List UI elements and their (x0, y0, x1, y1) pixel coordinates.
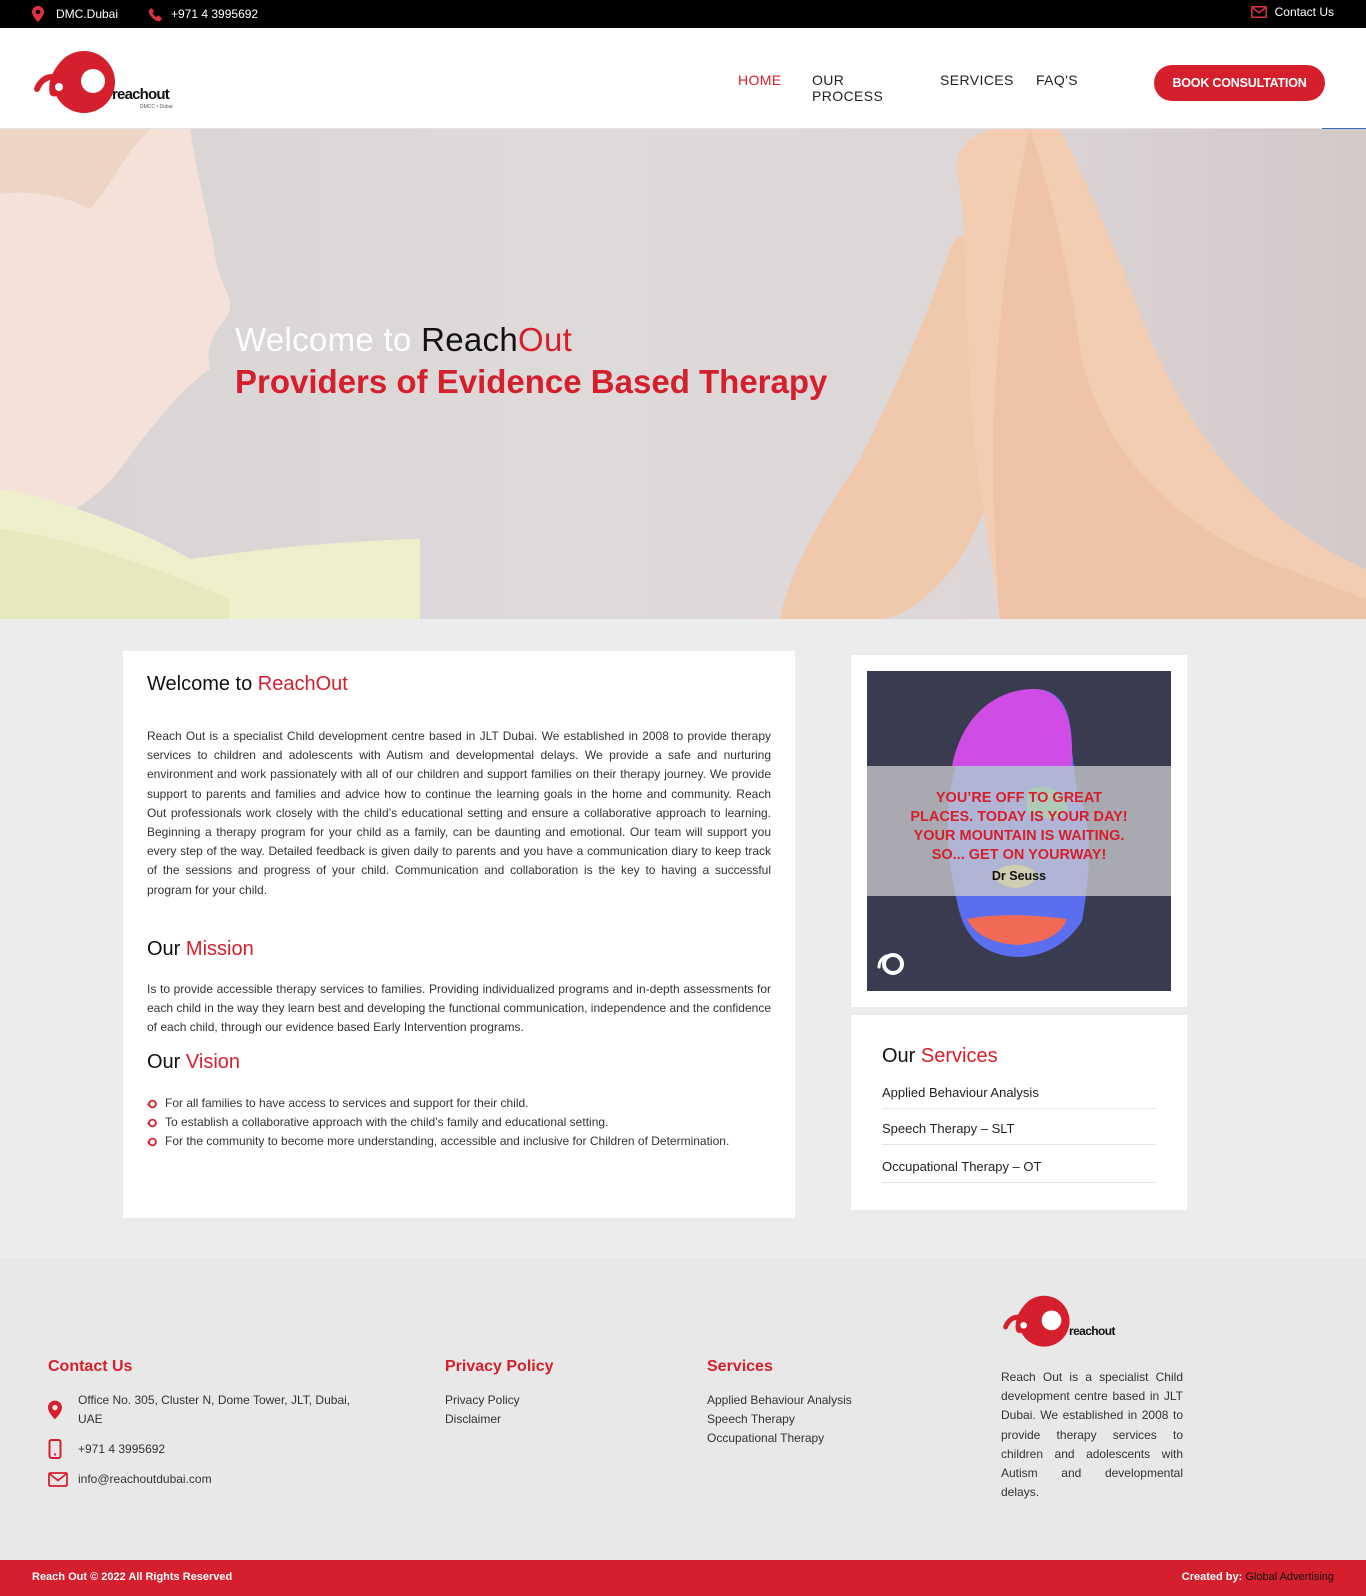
intro-paragraph: Reach Out is a specialist Child developm… (147, 729, 771, 897)
footer-address-line: UAE (78, 1412, 103, 1427)
service-link-aba[interactable]: Applied Behaviour Analysis (882, 1085, 1156, 1109)
footer-services-title: Services (707, 1358, 773, 1375)
logo-wordmark: reachout (112, 86, 170, 103)
footer-email[interactable]: info@reachoutdubai.com (78, 1470, 212, 1489)
contact-us-link[interactable]: Contact Us (1250, 0, 1334, 26)
vision-item-text: To establish a collaborative approach wi… (165, 1115, 609, 1130)
welcome-heading: Welcome to ReachOut (147, 673, 348, 696)
hero-welcome-prefix: Welcome to (235, 321, 422, 358)
about-card: Welcome to ReachOut Reach Out is a speci… (123, 651, 795, 1218)
list-item: For the community to become more underst… (147, 1132, 729, 1151)
location-pin-icon (48, 1400, 62, 1420)
quote-line: YOU’RE OFF TO GREAT (935, 790, 1103, 806)
contact-us-text: Contact Us (1274, 5, 1334, 19)
created-by-label: Created by: (1181, 1571, 1243, 1583)
footer-logo-wordmark: reachout (1069, 1324, 1115, 1338)
location-pin-icon (32, 6, 44, 22)
site-footer: Contact Us Office No. 305, Cluster N, Do… (0, 1258, 1366, 1560)
footer-service-aba-link[interactable]: Applied Behaviour Analysis (707, 1391, 852, 1410)
nav-home[interactable]: HOME (738, 72, 781, 104)
reachout-logo[interactable]: reachout DMCC • Dubai (32, 44, 182, 122)
nav-faqs[interactable]: FAQ'S (1036, 72, 1078, 104)
site-header: reachout DMCC • Dubai HOME OUR PROCESS S… (0, 28, 1366, 129)
mission-heading: Our Mission (147, 938, 254, 961)
vision-heading-word: Vision (185, 1051, 241, 1073)
logo-mark-icon (1003, 1295, 1070, 1347)
services-heading-word: Services (920, 1045, 998, 1067)
mission-paragraph: Is to provide accessible therapy service… (147, 982, 771, 1035)
book-consultation-button[interactable]: BOOK CONSULTATION (1154, 65, 1325, 101)
logo-bullet-icon (147, 1137, 157, 1147)
footer-address-line: Office No. 305, Cluster N, Dome Tower, J… (78, 1393, 351, 1407)
footer-privacy-title: Privacy Policy (445, 1358, 554, 1375)
nav-services[interactable]: SERVICES (940, 72, 1013, 104)
phone-icon (148, 7, 162, 21)
mobile-phone-icon (48, 1439, 62, 1459)
welcome-heading-brand: ReachOut (257, 673, 348, 695)
location-info: DMC.Dubai (32, 0, 118, 28)
vision-list: For all families to have access to servi… (147, 1094, 729, 1152)
credits: Created by: Global Advertising (1182, 1571, 1334, 1583)
welcome-heading-prefix: Welcome to (147, 673, 258, 695)
privacy-policy-link[interactable]: Privacy Policy (445, 1391, 520, 1410)
logo-mark-icon (34, 51, 115, 113)
mail-icon (48, 1472, 68, 1487)
vision-item-text: For the community to become more underst… (165, 1134, 730, 1149)
quote-card: YOU’RE OFF TO GREAT PLACES. TODAY IS YOU… (851, 655, 1187, 1007)
vision-heading: Our Vision (147, 1051, 240, 1074)
footer-logo[interactable]: reachout (1001, 1290, 1125, 1354)
disclaimer-link[interactable]: Disclaimer (445, 1410, 520, 1429)
services-widget: Our Services Applied Behaviour Analysis … (851, 1015, 1187, 1210)
phone-text: +971 4 3995692 (171, 7, 259, 21)
phone-info[interactable]: +971 4 3995692 (148, 0, 258, 28)
quote-text: YOU’RE OFF TO GREAT PLACES. TODAY IS YOU… (867, 789, 1171, 865)
nav-our-process[interactable]: OUR PROCESS (812, 72, 908, 104)
copyright-text: Reach Out © 2022 All Rights Reserved (32, 1571, 233, 1583)
reachout-mini-logo-icon (877, 953, 904, 975)
footer-services-links: Applied Behaviour Analysis Speech Therap… (707, 1391, 852, 1449)
service-link-slt[interactable]: Speech Therapy – SLT (882, 1121, 1156, 1145)
footer-address: Office No. 305, Cluster N, Dome Tower, J… (78, 1391, 350, 1429)
mail-icon (1250, 6, 1267, 18)
quote-line: YOUR MOUNTAIN IS WAITING. (913, 828, 1125, 844)
hero-brand-out: Out (517, 321, 573, 358)
quote-line: PLACES. TODAY IS YOUR DAY! (910, 809, 1128, 825)
created-by-link[interactable]: Global Advertising (1242, 1571, 1334, 1583)
quote-author: Dr Seuss (991, 869, 1047, 883)
footer-phone[interactable]: +971 4 3995692 (78, 1440, 165, 1459)
footer-contact-title: Contact Us (48, 1358, 133, 1375)
top-bar: DMC.Dubai +971 4 3995692 Contact Us (0, 0, 1366, 28)
footer-service-ot-link[interactable]: Occupational Therapy (707, 1429, 852, 1448)
logo-subtext: DMCC • Dubai (140, 104, 173, 110)
services-heading-prefix: Our (882, 1045, 921, 1067)
main-nav: HOME OUR PROCESS SERVICES FAQ'S (738, 72, 1078, 104)
logo-bullet-icon (147, 1118, 157, 1128)
logo-bullet-icon (147, 1099, 157, 1108)
quote-line: SO... GET ON YOURWAY! (931, 847, 1107, 863)
mission-heading-word: Mission (185, 938, 254, 960)
list-item: To establish a collaborative approach wi… (147, 1113, 729, 1132)
vision-item-text: For all families to have access to servi… (165, 1096, 529, 1110)
location-text: DMC.Dubai (56, 7, 119, 21)
footer-privacy-links: Privacy Policy Disclaimer (445, 1391, 520, 1429)
hero-tagline: Providers of Evidence Based Therapy (235, 363, 828, 400)
hero-welcome: Welcome to ReachOut (235, 321, 572, 359)
mission-heading-prefix: Our (147, 938, 186, 960)
list-item: For all families to have access to servi… (147, 1094, 729, 1113)
service-link-ot[interactable]: Occupational Therapy – OT (882, 1159, 1156, 1183)
services-heading: Our Services (882, 1045, 998, 1068)
footer-about-text: Reach Out is a specialist Child developm… (1001, 1370, 1183, 1500)
bottom-bar: Reach Out © 2022 All Rights Reserved Cre… (0, 1560, 1366, 1596)
footer-service-speech-link[interactable]: Speech Therapy (707, 1410, 852, 1429)
hero-banner: Welcome to ReachOut Providers of Evidenc… (0, 129, 1366, 619)
quote-image: YOU’RE OFF TO GREAT PLACES. TODAY IS YOU… (867, 671, 1171, 991)
vision-heading-prefix: Our (147, 1051, 186, 1073)
hero-brand-reach: Reach (421, 321, 518, 358)
